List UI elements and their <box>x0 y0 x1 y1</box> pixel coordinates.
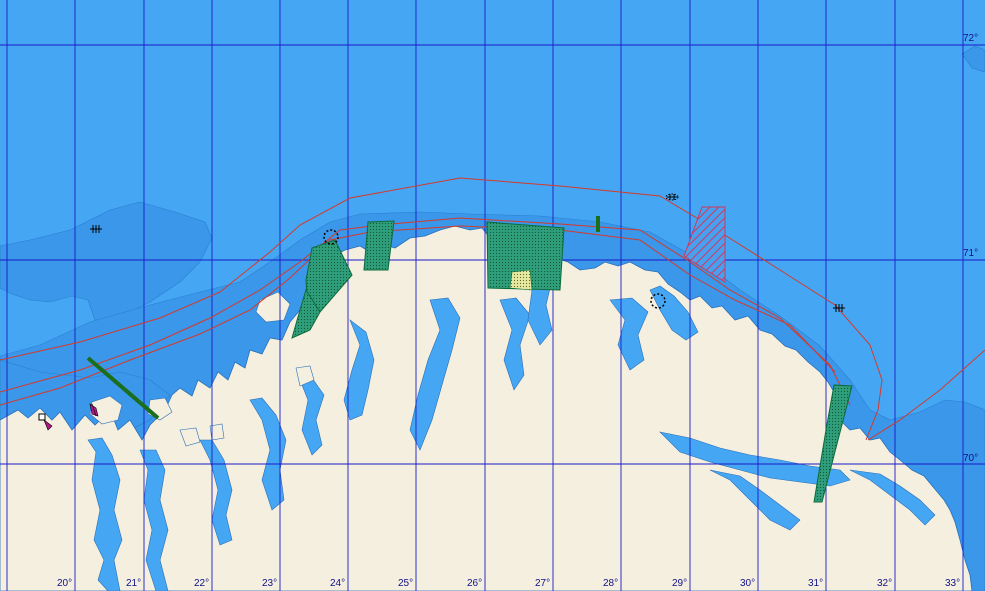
longitude-label: 23° <box>262 578 278 589</box>
longitude-label: 20° <box>57 578 73 589</box>
longitude-label: 21° <box>126 578 142 589</box>
longitude-label: 24° <box>330 578 346 589</box>
longitude-label: 25° <box>398 578 414 589</box>
longitude-label: 29° <box>672 578 688 589</box>
longitude-label: 28° <box>603 578 619 589</box>
longitude-label: 33° <box>945 578 961 589</box>
latitude-label: 70° <box>963 453 979 464</box>
longitude-label: 31° <box>808 578 824 589</box>
longitude-label: 26° <box>467 578 483 589</box>
latitude-label: 71° <box>963 248 979 259</box>
longitude-label: 27° <box>535 578 551 589</box>
latitude-label: 72° <box>963 33 979 44</box>
longitude-label: 22° <box>194 578 210 589</box>
chart-canvas[interactable] <box>0 0 985 591</box>
zone-highlight <box>509 269 533 291</box>
nautical-chart[interactable]: 72° 71° 70° 20° 21° 22° 23° 24° 25° 26° … <box>0 0 985 591</box>
longitude-label: 30° <box>740 578 756 589</box>
longitude-label: 32° <box>877 578 893 589</box>
